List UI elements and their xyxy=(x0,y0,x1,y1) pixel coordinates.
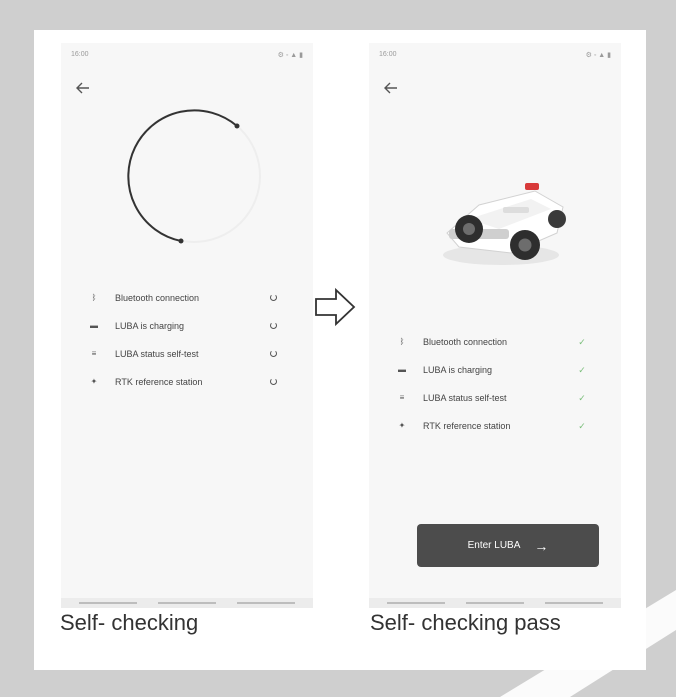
check-mark-icon: ✓ xyxy=(578,421,586,431)
check-label: RTK reference station xyxy=(115,377,203,387)
check-row-rtk: ✦ RTK reference station ✓ xyxy=(387,415,607,443)
check-mark-icon: ✓ xyxy=(578,365,586,375)
check-row-bluetooth: ᛒ Bluetooth connection xyxy=(79,287,299,315)
check-mark-icon: ✓ xyxy=(578,337,586,347)
flow-arrow-icon xyxy=(315,287,356,327)
check-row-rtk: ✦ RTK reference station xyxy=(79,371,299,399)
check-row-self-test: ≡ LUBA status self-test xyxy=(79,343,299,371)
status-time: 16:00 xyxy=(71,51,89,58)
check-label: LUBA is charging xyxy=(115,321,185,331)
check-mark-icon: ✓ xyxy=(578,393,586,403)
robot-mower-image xyxy=(443,183,566,265)
battery-icon: ▬ xyxy=(398,365,406,374)
rtk-icon: ✦ xyxy=(90,377,98,386)
bottom-tab-bar xyxy=(369,598,621,608)
tab-indicator xyxy=(387,602,445,604)
back-arrow-icon[interactable] xyxy=(75,81,91,95)
check-list: ᛒ Bluetooth connection ✓ ▬ LUBA is charg… xyxy=(387,331,607,443)
status-icon: ≡ xyxy=(399,393,405,402)
check-list: ᛒ Bluetooth connection ▬ LUBA is chargin… xyxy=(79,287,299,399)
status-icons: ⚙ ◦ ▲ ▮ xyxy=(585,52,611,59)
check-label: Bluetooth connection xyxy=(115,293,200,303)
bluetooth-icon: ᛒ xyxy=(91,293,97,302)
bluetooth-icon: ᛒ xyxy=(399,337,405,346)
status-icons: ⚙ ◦ ▲ ▮ xyxy=(277,52,303,59)
back-arrow-icon[interactable] xyxy=(383,81,399,95)
check-row-charging: ▬ LUBA is charging ✓ xyxy=(387,359,607,387)
status-icon: ≡ xyxy=(91,349,97,358)
loading-spinner-icon xyxy=(269,377,279,387)
battery-icon: ▬ xyxy=(90,321,98,330)
arrow-right-icon: → xyxy=(534,537,549,554)
loading-spinner-icon xyxy=(269,349,279,359)
check-label: LUBA status self-test xyxy=(115,349,199,359)
bottom-tab-bar xyxy=(61,598,313,608)
status-bar: 16:00 ⚙ ◦ ▲ ▮ xyxy=(379,51,611,63)
tab-indicator xyxy=(545,602,603,604)
rtk-icon: ✦ xyxy=(398,421,406,430)
enter-luba-label: Enter LUBA xyxy=(467,540,521,551)
check-row-bluetooth: ᛒ Bluetooth connection ✓ xyxy=(387,331,607,359)
check-label: LUBA is charging xyxy=(423,365,493,375)
check-label: RTK reference station xyxy=(423,421,511,431)
self-checking-screen: 16:00 ⚙ ◦ ▲ ▮ ᛒ Bluetooth connection ▬ L… xyxy=(61,43,313,608)
tab-indicator xyxy=(237,602,295,604)
tab-indicator xyxy=(79,602,137,604)
check-row-self-test: ≡ LUBA status self-test ✓ xyxy=(387,387,607,415)
status-time: 16:00 xyxy=(379,51,397,58)
caption-self-checking-pass: Self- checking pass xyxy=(370,610,561,635)
check-row-charging: ▬ LUBA is charging xyxy=(79,315,299,343)
status-bar: 16:00 ⚙ ◦ ▲ ▮ xyxy=(71,51,303,63)
check-label: LUBA status self-test xyxy=(423,393,507,403)
progress-ring xyxy=(127,109,261,244)
tab-indicator xyxy=(158,602,216,604)
enter-luba-button[interactable]: Enter LUBA → xyxy=(417,524,599,567)
loading-spinner-icon xyxy=(269,321,279,331)
caption-self-checking: Self- checking xyxy=(60,610,199,635)
loading-spinner-icon xyxy=(269,293,279,303)
self-checking-pass-screen: 16:00 ⚙ ◦ ▲ ▮ ᛒ Bluetooth connection ✓ ▬… xyxy=(369,43,621,608)
tab-indicator xyxy=(466,602,524,604)
check-label: Bluetooth connection xyxy=(423,337,508,347)
comparison-frame: 16:00 ⚙ ◦ ▲ ▮ ᛒ Bluetooth connection ▬ L… xyxy=(34,30,646,670)
